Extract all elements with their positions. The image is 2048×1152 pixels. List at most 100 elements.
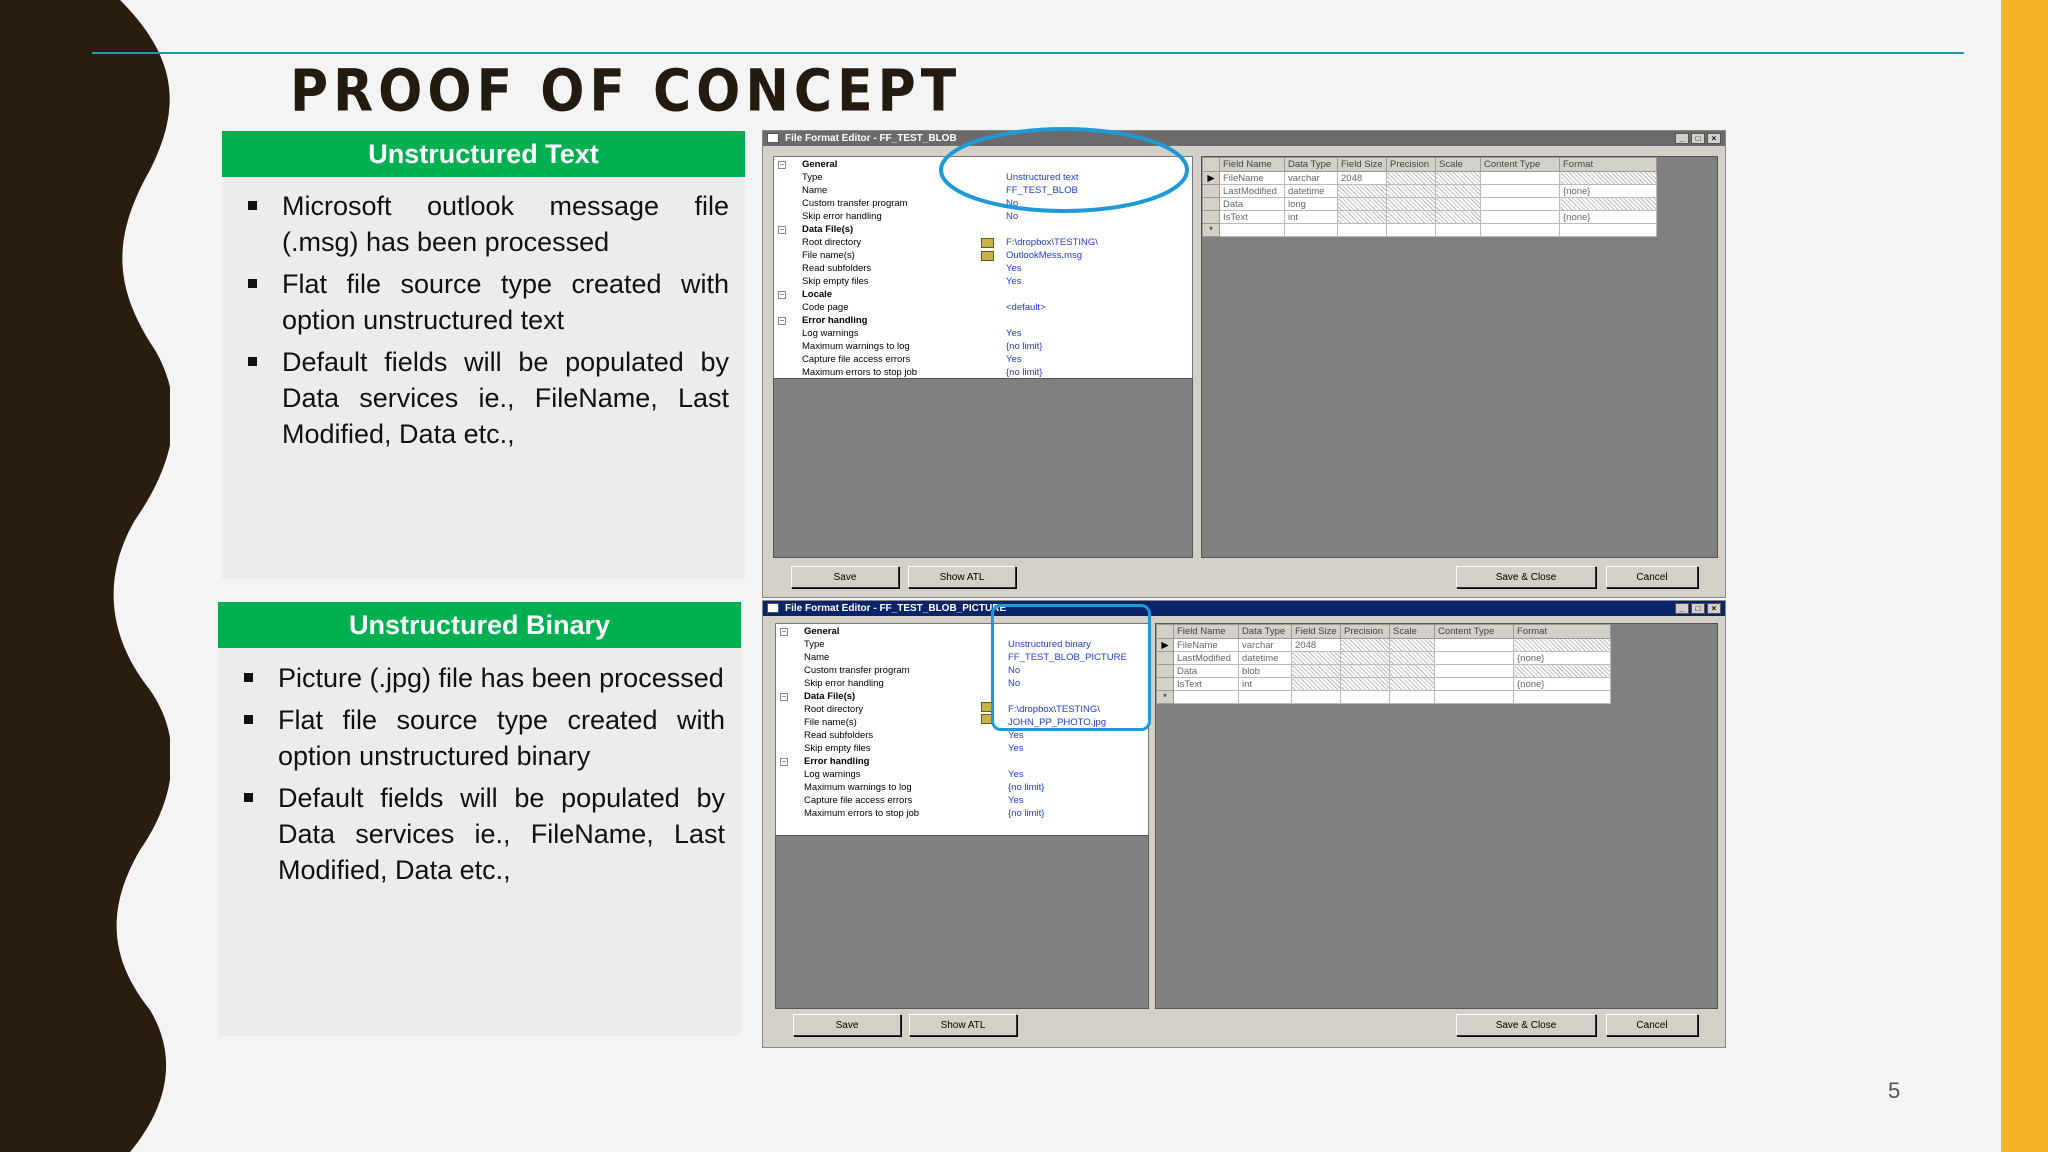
cancel-button[interactable]: Cancel	[1606, 1014, 1698, 1036]
column-header[interactable]: Field Size	[1291, 624, 1341, 639]
property-row[interactable]: Read subfolders Yes	[774, 263, 1192, 276]
table-cell[interactable]: FileName	[1173, 638, 1239, 652]
table-cell[interactable]	[1386, 171, 1436, 185]
property-value[interactable]: {no limit}	[1006, 367, 1042, 378]
property-row[interactable]: Capture file access errors Yes	[776, 795, 1148, 808]
table-cell[interactable]: Data	[1219, 197, 1285, 211]
table-cell[interactable]	[1386, 184, 1436, 198]
table-cell[interactable]: int	[1238, 677, 1292, 691]
table-cell[interactable]	[1340, 664, 1390, 678]
property-value[interactable]: F:\dropbox\TESTING\	[1006, 237, 1098, 248]
table-cell[interactable]: 2048	[1291, 638, 1341, 652]
property-value[interactable]: Yes	[1006, 328, 1022, 339]
property-value[interactable]: {no limit}	[1008, 782, 1044, 793]
table-cell[interactable]	[1435, 184, 1481, 198]
table-cell[interactable]	[1386, 197, 1436, 211]
column-header[interactable]: Content Type	[1434, 624, 1514, 639]
collapse-icon[interactable]: −	[780, 758, 788, 766]
row-header[interactable]	[1202, 210, 1220, 224]
table-row[interactable]: LastModified datetime {none}	[1202, 184, 1657, 198]
table-row[interactable]: ▶ FileName varchar 2048	[1156, 638, 1611, 652]
table-cell[interactable]	[1435, 171, 1481, 185]
save-close-button[interactable]: Save & Close	[1456, 1014, 1596, 1036]
property-section[interactable]: − Data File(s)	[774, 224, 1192, 237]
row-header[interactable]	[1156, 664, 1174, 678]
maximize-icon[interactable]: □	[1691, 603, 1705, 614]
table-cell[interactable]	[1434, 638, 1514, 652]
table-cell[interactable]: {none}	[1559, 184, 1657, 198]
property-row[interactable]: Maximum warnings to log {no limit}	[776, 782, 1148, 795]
table-cell[interactable]	[1337, 223, 1387, 237]
table-cell[interactable]	[1480, 197, 1560, 211]
table-cell[interactable]: int	[1284, 210, 1338, 224]
table-cell[interactable]: FileName	[1219, 171, 1285, 185]
table-cell[interactable]	[1559, 171, 1657, 185]
table-cell[interactable]	[1219, 223, 1285, 237]
table-cell[interactable]	[1386, 223, 1436, 237]
table-cell[interactable]: LastModified	[1173, 651, 1239, 665]
collapse-icon[interactable]: −	[780, 693, 788, 701]
table-cell[interactable]	[1337, 210, 1387, 224]
table-cell[interactable]	[1291, 651, 1341, 665]
table-row[interactable]: Data blob	[1156, 664, 1611, 678]
property-row[interactable]: Read subfolders Yes	[776, 730, 1148, 743]
table-cell[interactable]	[1434, 690, 1514, 704]
table-cell[interactable]	[1291, 664, 1341, 678]
table-cell[interactable]: varchar	[1284, 171, 1338, 185]
folder-icon[interactable]	[981, 251, 994, 261]
property-row[interactable]: Capture file access errors Yes	[774, 354, 1192, 367]
table-cell[interactable]	[1337, 184, 1387, 198]
table-cell[interactable]	[1513, 664, 1611, 678]
table-cell[interactable]: datetime	[1238, 651, 1292, 665]
property-section[interactable]: − Error handling	[774, 315, 1192, 328]
property-section[interactable]: − Error handling	[776, 756, 1148, 769]
folder-icon[interactable]	[981, 238, 994, 248]
column-header[interactable]: Content Type	[1480, 157, 1560, 172]
table-cell[interactable]	[1389, 664, 1435, 678]
table-cell[interactable]	[1434, 664, 1514, 678]
table-cell[interactable]	[1480, 210, 1560, 224]
column-header[interactable]: Field Name	[1173, 624, 1239, 639]
table-cell[interactable]: {none}	[1513, 651, 1611, 665]
column-header[interactable]: Data Type	[1284, 157, 1338, 172]
minimize-icon[interactable]: _	[1675, 133, 1689, 144]
property-value[interactable]: Yes	[1006, 276, 1022, 287]
collapse-icon[interactable]: −	[778, 161, 786, 169]
table-cell[interactable]	[1340, 677, 1390, 691]
show-atl-button[interactable]: Show ATL	[909, 1014, 1017, 1036]
column-header[interactable]: Field Size	[1337, 157, 1387, 172]
save-button[interactable]: Save	[791, 566, 899, 588]
row-header[interactable]	[1156, 651, 1174, 665]
table-cell[interactable]	[1173, 690, 1239, 704]
table-cell[interactable]	[1337, 197, 1387, 211]
current-row-arrow-icon[interactable]: ▶	[1156, 638, 1174, 652]
table-cell[interactable]	[1340, 638, 1390, 652]
close-icon[interactable]: ×	[1707, 603, 1721, 614]
minimize-icon[interactable]: _	[1675, 603, 1689, 614]
current-row-arrow-icon[interactable]: ▶	[1202, 171, 1220, 185]
table-row[interactable]: Data long	[1202, 197, 1657, 211]
save-close-button[interactable]: Save & Close	[1456, 566, 1596, 588]
table-cell[interactable]: Data	[1173, 664, 1239, 678]
row-header[interactable]	[1202, 197, 1220, 211]
table-cell[interactable]: 2048	[1337, 171, 1387, 185]
table-cell[interactable]	[1291, 677, 1341, 691]
table-cell[interactable]	[1386, 210, 1436, 224]
table-cell[interactable]: LastModified	[1219, 184, 1285, 198]
table-cell[interactable]: datetime	[1284, 184, 1338, 198]
collapse-icon[interactable]: −	[778, 226, 786, 234]
collapse-icon[interactable]: −	[778, 291, 786, 299]
table-cell[interactable]	[1389, 651, 1435, 665]
table-row[interactable]: IsText int {none}	[1202, 210, 1657, 224]
window-title-bar[interactable]: File Format Editor - FF_TEST_BLOB _ □ ×	[763, 131, 1725, 146]
cancel-button[interactable]: Cancel	[1606, 566, 1698, 588]
property-row[interactable]: Code page <default>	[774, 302, 1192, 315]
table-row[interactable]: ▶ FileName varchar 2048	[1202, 171, 1657, 185]
new-row-icon[interactable]: *	[1156, 690, 1174, 704]
column-header[interactable]: Precision	[1386, 157, 1436, 172]
property-value[interactable]: Yes	[1006, 263, 1022, 274]
table-cell[interactable]	[1480, 223, 1560, 237]
table-cell[interactable]	[1434, 677, 1514, 691]
show-atl-button[interactable]: Show ATL	[908, 566, 1016, 588]
table-cell[interactable]	[1435, 223, 1481, 237]
